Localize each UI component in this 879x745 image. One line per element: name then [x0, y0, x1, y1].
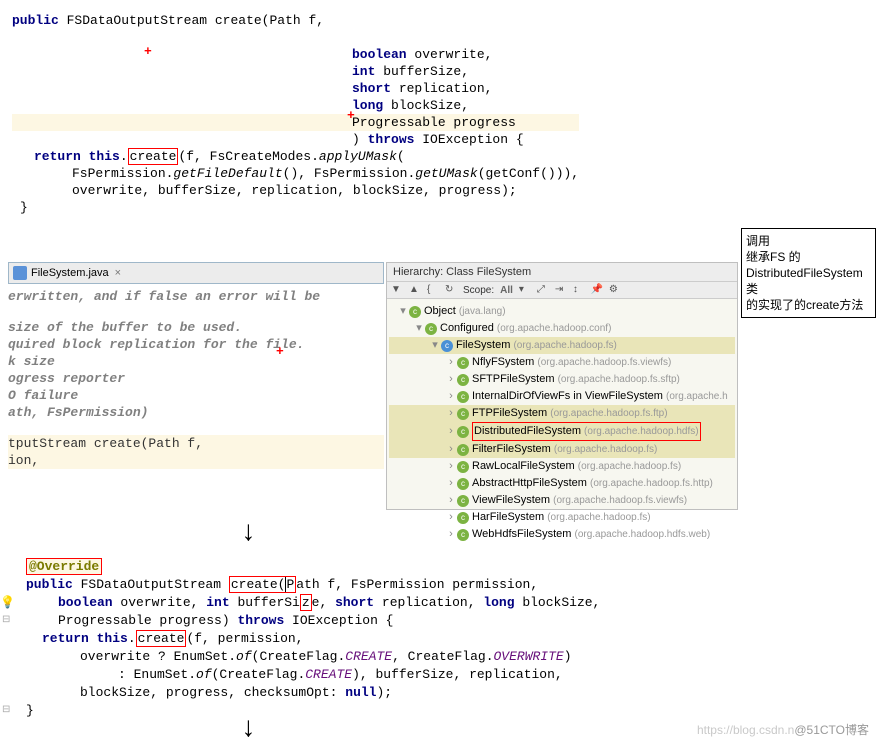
fold-icon[interactable]: ⊟: [2, 612, 10, 630]
class-icon: c: [457, 478, 469, 490]
hierarchy-panel[interactable]: Hierarchy: Class FileSystem ▼ ▲ { ↻ Scop…: [386, 262, 738, 510]
tree-row[interactable]: ›cFTPFileSystem (org.apache.hadoop.fs.ft…: [389, 405, 735, 422]
red-plus-icon: +: [347, 108, 355, 123]
red-plus-icon: +: [144, 44, 152, 59]
toolbar-icon[interactable]: ▲: [409, 284, 421, 296]
hierarchy-title: Hierarchy: Class FileSystem: [387, 263, 737, 282]
scope-value[interactable]: All: [500, 285, 513, 296]
tree-row[interactable]: ›cSFTPFileSystem (org.apache.hadoop.fs.s…: [389, 371, 735, 388]
create-method-boxed: create(P: [229, 576, 296, 593]
gear-icon[interactable]: ⚙: [609, 284, 621, 296]
hierarchy-toolbar[interactable]: ▼ ▲ { ↻ Scope: All ▾ ⤢ ⇥ ↕ 📌 ⚙: [387, 282, 737, 299]
class-icon: c: [457, 408, 469, 420]
editor-tab-bar[interactable]: FileSystem.java ×: [8, 262, 384, 284]
tree-row[interactable]: ›cHarFileSystem (org.apache.hadoop.fs): [389, 509, 735, 526]
tree-row[interactable]: ▾cConfigured (org.apache.hadoop.conf): [389, 320, 735, 337]
class-icon: c: [425, 323, 437, 335]
close-icon[interactable]: ×: [115, 267, 121, 279]
class-icon: c: [457, 374, 469, 386]
tree-row[interactable]: ›cRawLocalFileSystem (org.apache.hadoop.…: [389, 458, 735, 475]
class-icon: c: [441, 340, 453, 352]
toolbar-icon[interactable]: ↕: [573, 284, 585, 296]
class-icon: c: [457, 426, 469, 438]
code-comments: erwritten, and if false an error will be…: [8, 288, 384, 469]
collapse-icon[interactable]: ⇥: [555, 284, 567, 296]
class-icon: c: [457, 495, 469, 507]
code-block-top: public FSDataOutputStream create(Path f,…: [8, 8, 583, 220]
refresh-icon[interactable]: ↻: [445, 284, 457, 296]
class-icon: c: [457, 512, 469, 524]
tree-row-distributed[interactable]: ›cDistributedFileSystem (org.apache.hado…: [389, 422, 735, 441]
class-tree[interactable]: ▾cObject (java.lang) ▾cConfigured (org.a…: [387, 299, 737, 547]
arrow-down-icon: ↓: [240, 714, 257, 745]
watermark: https://blog.csdn.n@51CTO博客: [697, 721, 869, 738]
tab-filename[interactable]: FileSystem.java: [31, 267, 109, 279]
class-icon: c: [457, 444, 469, 456]
java-file-icon: [13, 266, 27, 280]
tree-row[interactable]: ›cWebHdfsFileSystem (org.apache.hadoop.h…: [389, 526, 735, 543]
pin-icon[interactable]: 📌: [591, 284, 603, 296]
fold-icon[interactable]: ⊟: [2, 702, 10, 720]
tree-row[interactable]: ›cAbstractHttpFileSystem (org.apache.had…: [389, 475, 735, 492]
toolbar-icon[interactable]: {: [427, 284, 439, 296]
chevron-down-icon[interactable]: ▾: [519, 284, 531, 296]
scope-label: Scope:: [463, 285, 494, 296]
class-icon: c: [457, 391, 469, 403]
code-block-bottom: @Override public FSDataOutputStream crea…: [8, 558, 600, 720]
lightbulb-icon[interactable]: 💡: [0, 594, 15, 612]
override-annotation: @Override: [26, 558, 102, 575]
tree-row[interactable]: ▾cObject (java.lang): [389, 303, 735, 320]
class-icon: c: [457, 357, 469, 369]
class-icon: c: [409, 306, 421, 318]
expand-icon[interactable]: ⤢: [537, 284, 549, 296]
arrow-down-icon: ↓: [240, 518, 257, 549]
red-plus-icon: +: [276, 344, 284, 359]
tree-row[interactable]: ›cNflyFSystem (org.apache.hadoop.fs.view…: [389, 354, 735, 371]
tree-row[interactable]: ›cViewFileSystem (org.apache.hadoop.fs.v…: [389, 492, 735, 509]
class-icon: c: [457, 529, 469, 541]
annotation-callout: 调用 继承FS 的 DistributedFileSystem 类 的实现了的c…: [741, 228, 876, 318]
tree-row[interactable]: ›cFilterFileSystem (org.apache.hadoop.fs…: [389, 441, 735, 458]
keyword-public: public: [12, 13, 59, 28]
buffersize-boxed: z: [300, 594, 312, 611]
create-call-boxed: create: [128, 148, 179, 165]
tree-row[interactable]: ›cInternalDirOfViewFs in ViewFileSystem …: [389, 388, 735, 405]
tree-row-selected[interactable]: ▾cFileSystem (org.apache.hadoop.fs): [389, 337, 735, 354]
create-call-boxed: create: [136, 630, 187, 647]
class-icon: c: [457, 461, 469, 473]
toolbar-icon[interactable]: ▼: [391, 284, 403, 296]
